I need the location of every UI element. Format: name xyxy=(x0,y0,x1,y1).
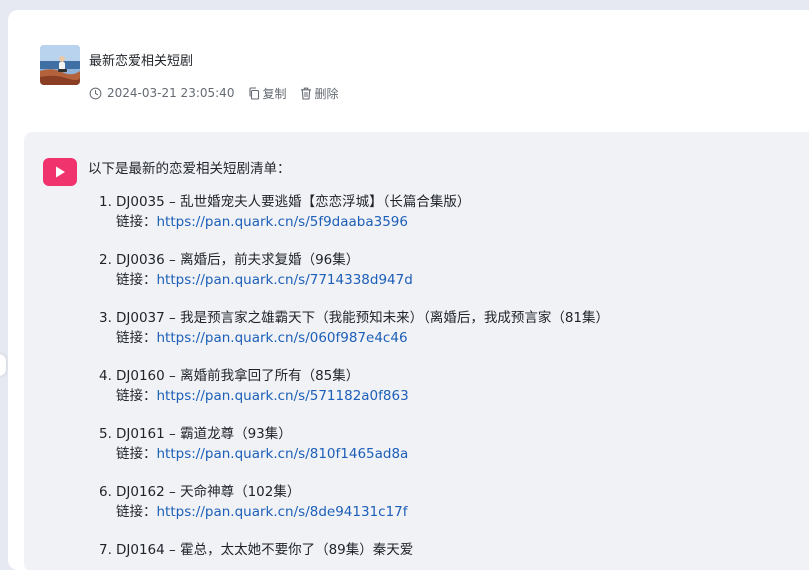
item-link[interactable]: https://pan.quark.cn/s/571182a0f863 xyxy=(157,388,409,404)
link-label: 链接： xyxy=(116,504,157,520)
item-number: 6. xyxy=(99,484,112,500)
copy-label: 复制 xyxy=(262,86,287,101)
copy-button[interactable]: 复制 xyxy=(248,85,286,102)
user-message: 最新恋爱相关短剧 2024-03-21 23:05:40 复制 删除 xyxy=(8,10,809,132)
link-label: 链接： xyxy=(116,446,157,462)
trash-icon xyxy=(300,87,312,100)
link-label: 链接： xyxy=(116,330,157,346)
message-meta: 2024-03-21 23:05:40 复制 删除 xyxy=(89,84,338,102)
list-item: 3. DJ0037 – 我是预言家之雄霸天下（我能预知未来）（离婚后，我成预言家… xyxy=(99,308,609,366)
link-label: 链接： xyxy=(116,272,157,288)
message-timestamp: 2024-03-21 23:05:40 xyxy=(107,86,235,100)
clock-icon xyxy=(89,87,102,100)
item-number: 7. xyxy=(99,542,112,558)
sidebar-toggle-handle[interactable] xyxy=(0,354,6,376)
list-item: 5. DJ0161 – 霸道龙尊（93集） 链接：https://pan.qua… xyxy=(99,424,609,482)
item-link[interactable]: https://pan.quark.cn/s/5f9daaba3596 xyxy=(157,214,409,230)
answer-panel: 以下是最新的恋爱相关短剧清单： 1. DJ0035 – 乱世婚宠夫人要逃婚【恋恋… xyxy=(24,132,809,570)
item-title: DJ0035 – 乱世婚宠夫人要逃婚【恋恋浮城】（长篇合集版） xyxy=(116,194,471,210)
item-number: 4. xyxy=(99,368,112,384)
item-title: DJ0160 – 离婚前我拿回了所有（85集） xyxy=(116,368,360,384)
list-item: 7. DJ0164 – 霍总，太太她不要你了（89集）秦天爱 xyxy=(99,540,609,570)
item-title: DJ0037 – 我是预言家之雄霸天下（我能预知未来）（离婚后，我成预言家（81… xyxy=(116,310,609,326)
user-query-text: 最新恋爱相关短剧 xyxy=(89,54,194,69)
list-item: 4. DJ0160 – 离婚前我拿回了所有（85集） 链接：https://pa… xyxy=(99,366,609,424)
item-link[interactable]: https://pan.quark.cn/s/060f987e4c46 xyxy=(157,330,408,346)
link-label: 链接： xyxy=(116,388,157,404)
item-number: 2. xyxy=(99,252,112,268)
item-link[interactable]: https://pan.quark.cn/s/8de94131c17f xyxy=(157,504,408,520)
item-number: 5. xyxy=(99,426,112,442)
item-title: DJ0162 – 天命神尊（102集） xyxy=(116,484,301,500)
drama-list: 1. DJ0035 – 乱世婚宠夫人要逃婚【恋恋浮城】（长篇合集版） 链接：ht… xyxy=(99,192,609,570)
item-link[interactable]: https://pan.quark.cn/s/810f1465ad8a xyxy=(157,446,409,462)
item-number: 1. xyxy=(99,194,112,210)
avatar xyxy=(40,45,80,85)
list-item: 6. DJ0162 – 天命神尊（102集） 链接：https://pan.qu… xyxy=(99,482,609,540)
item-title: DJ0164 – 霍总，太太她不要你了（89集）秦天爱 xyxy=(116,542,414,558)
item-link[interactable]: https://pan.quark.cn/s/7714338d947d xyxy=(157,272,413,288)
list-item: 2. DJ0036 – 离婚后，前夫求复婚（96集） 链接：https://pa… xyxy=(99,250,609,308)
item-title: DJ0036 – 离婚后，前夫求复婚（96集） xyxy=(116,252,360,268)
list-item: 1. DJ0035 – 乱世婚宠夫人要逃婚【恋恋浮城】（长篇合集版） 链接：ht… xyxy=(99,192,609,250)
delete-button[interactable]: 删除 xyxy=(300,85,338,102)
delete-label: 删除 xyxy=(314,86,339,101)
link-label: 链接： xyxy=(116,214,157,230)
copy-icon xyxy=(248,86,260,100)
play-icon xyxy=(43,158,77,186)
item-number: 3. xyxy=(99,310,112,326)
chat-card: 最新恋爱相关短剧 2024-03-21 23:05:40 复制 删除 以下是最新… xyxy=(8,10,809,570)
item-title: DJ0161 – 霸道龙尊（93集） xyxy=(116,426,292,442)
answer-intro: 以下是最新的恋爱相关短剧清单： xyxy=(88,161,291,177)
